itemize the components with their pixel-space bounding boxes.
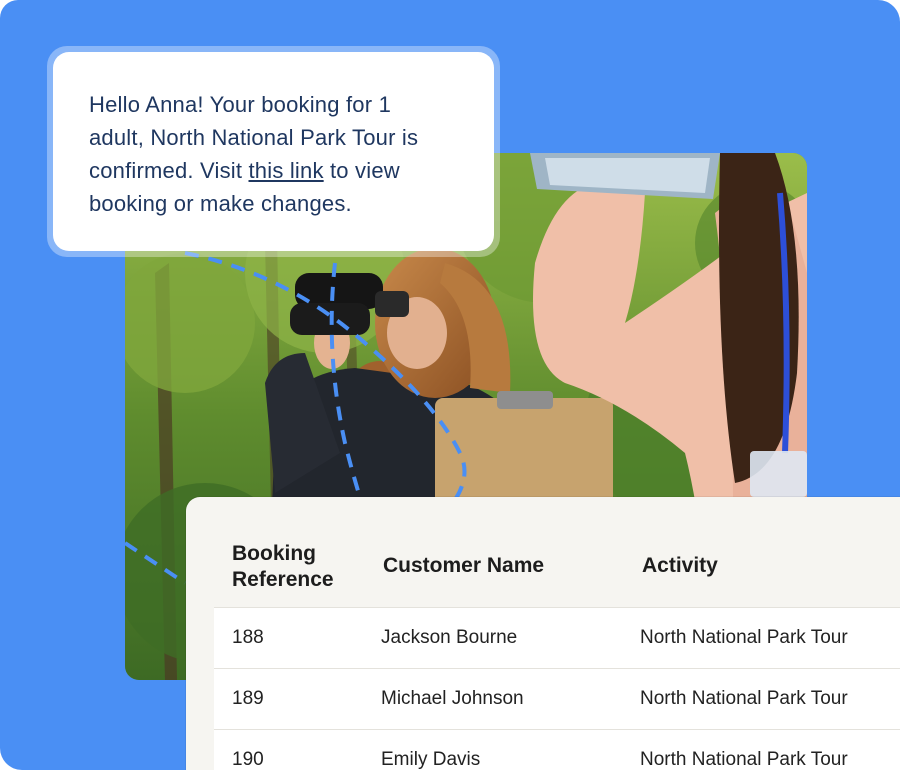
cell-customer-name: Jackson Bourne [381,627,518,648]
message-line: booking or make changes. [89,191,352,216]
column-header-booking-reference[interactable]: Booking Reference [232,541,334,593]
cell-customer-name: Emily Davis [381,749,481,770]
header-text: Reference [232,568,334,591]
bookings-table: Booking Reference Customer Name Activity… [186,497,900,770]
column-header-customer-name[interactable]: Customer Name [383,553,544,579]
booking-link[interactable]: this link [249,158,324,183]
table-row[interactable]: 190 Emily Davis North National Park Tour [214,729,900,770]
column-header-activity[interactable]: Activity [642,553,718,579]
message-text: to view [323,158,400,183]
message-line: confirmed. Visit this link to view [89,154,464,187]
message-text: confirmed. Visit [89,158,249,183]
header-text: Booking [232,542,316,565]
cell-activity: North National Park Tour [640,688,848,709]
table-row[interactable]: 188 Jackson Bourne North National Park T… [214,607,900,668]
cell-booking-reference: 188 [232,627,264,648]
cell-booking-reference: 189 [232,688,264,709]
cell-customer-name: Michael Johnson [381,688,524,709]
table-row[interactable]: 189 Michael Johnson North National Park … [214,668,900,729]
booking-confirmation-message: Hello Anna! Your booking for 1 adult, No… [53,52,494,251]
message-line: Hello Anna! Your booking for 1 [89,92,392,117]
table-header: Booking Reference Customer Name Activity [186,497,900,607]
cell-activity: North National Park Tour [640,749,848,770]
message-line: adult, North National Park Tour is [89,125,419,150]
cell-booking-reference: 190 [232,749,264,770]
cell-activity: North National Park Tour [640,627,848,648]
